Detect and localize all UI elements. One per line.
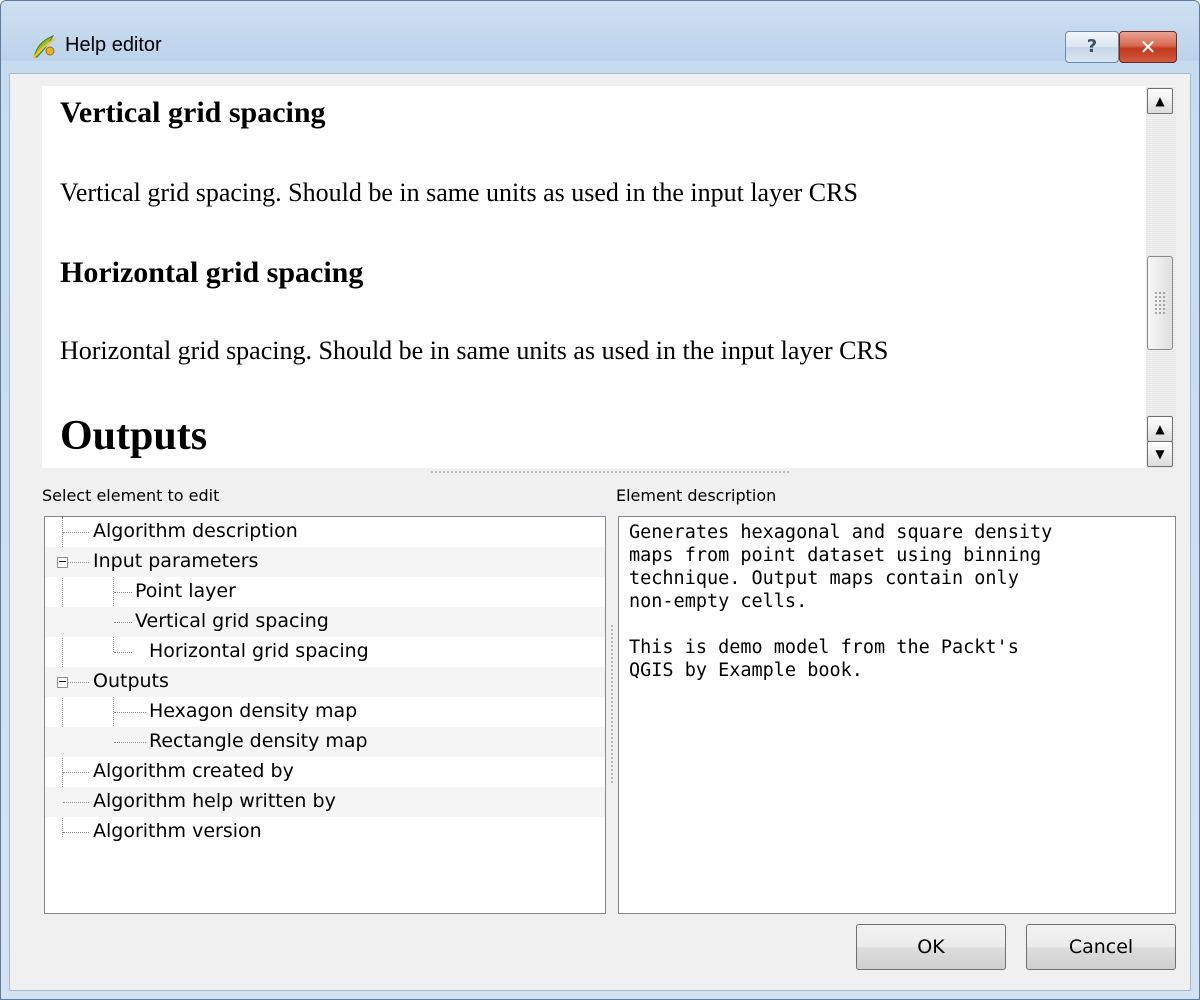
- tree-item-algorithm-help-written-by[interactable]: Algorithm help written by: [45, 787, 605, 817]
- cancel-button[interactable]: Cancel: [1026, 924, 1176, 970]
- ok-button[interactable]: OK: [856, 924, 1006, 970]
- grip-icon: [1154, 291, 1166, 315]
- help-button[interactable]: ?: [1065, 31, 1119, 63]
- scroll-down-button[interactable]: ▼: [1147, 441, 1173, 467]
- tree-item-algorithm-version[interactable]: Algorithm version: [45, 817, 605, 847]
- close-button[interactable]: ✕: [1119, 31, 1177, 63]
- dialog-client-area: Vertical grid spacing Vertical grid spac…: [9, 73, 1191, 991]
- element-description-textarea[interactable]: Generates hexagonal and square density m…: [618, 516, 1176, 914]
- scroll-up-button[interactable]: ▲: [1147, 88, 1173, 114]
- title-bar[interactable]: Help editor ? ✕: [1, 1, 1199, 63]
- collapse-icon[interactable]: −: [57, 676, 68, 688]
- qgis-logo-icon: [32, 34, 56, 59]
- tree-item-input-parameters[interactable]: − Input parameters: [45, 547, 605, 577]
- collapse-icon[interactable]: −: [57, 556, 68, 568]
- vertical-splitter-handle[interactable]: [610, 624, 614, 784]
- help-editor-window: Help editor ? ✕ Vertical grid spacing Ve…: [0, 0, 1200, 1000]
- horizontal-splitter-handle[interactable]: [430, 470, 790, 474]
- tree-item-hexagon-density-map[interactable]: Hexagon density map: [45, 697, 605, 727]
- section-heading-vertical: Vertical grid spacing: [60, 96, 326, 129]
- tree-item-point-layer[interactable]: Point layer: [45, 577, 605, 607]
- help-preview-scrollbar[interactable]: ▲ ▲ ▼: [1146, 86, 1176, 468]
- scroll-up-button-lower[interactable]: ▲: [1147, 416, 1173, 442]
- section-text-horizontal: Horizontal grid spacing. Should be in sa…: [60, 336, 889, 365]
- window-title: Help editor: [65, 34, 162, 56]
- section-heading-horizontal: Horizontal grid spacing: [60, 256, 364, 289]
- help-preview[interactable]: Vertical grid spacing Vertical grid spac…: [42, 86, 1154, 468]
- element-tree[interactable]: Algorithm description − Input parameters…: [44, 516, 606, 914]
- tree-item-vertical-grid-spacing[interactable]: Vertical grid spacing: [45, 607, 605, 637]
- tree-item-horizontal-grid-spacing[interactable]: Horizontal grid spacing: [45, 637, 605, 667]
- close-icon: ✕: [1139, 35, 1157, 59]
- outputs-heading: Outputs: [60, 413, 208, 459]
- tree-item-algorithm-created-by[interactable]: Algorithm created by: [45, 757, 605, 787]
- section-text-vertical: Vertical grid spacing. Should be in same…: [60, 178, 858, 207]
- description-label: Element description: [616, 486, 777, 505]
- tree-label: Select element to edit: [42, 486, 220, 505]
- scroll-thumb[interactable]: [1147, 256, 1173, 350]
- tree-item-algorithm-description[interactable]: Algorithm description: [45, 517, 605, 547]
- question-mark-icon: ?: [1086, 36, 1098, 57]
- tree-item-rectangle-density-map[interactable]: Rectangle density map: [45, 727, 605, 757]
- tree-item-outputs[interactable]: − Outputs: [45, 667, 605, 697]
